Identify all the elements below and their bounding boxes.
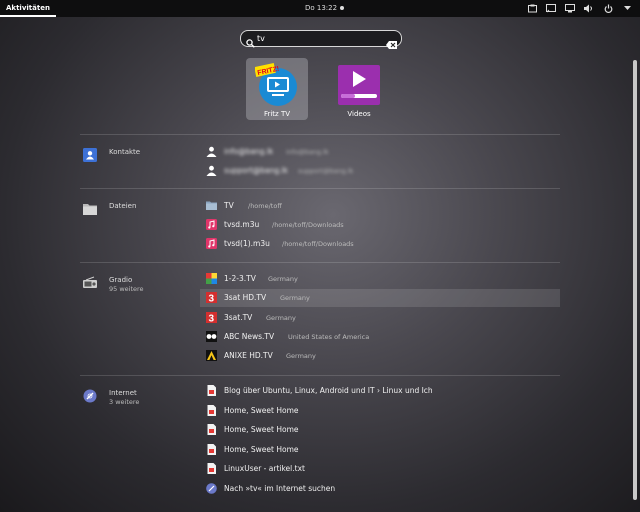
- result-title: 3sat.TV: [224, 313, 253, 322]
- svg-text:3: 3: [209, 294, 215, 304]
- system-tray: [527, 3, 632, 13]
- result-title: Blog über Ubuntu, Linux, Android und IT …: [224, 386, 433, 395]
- bookmark-page-icon: [206, 385, 217, 396]
- list-item[interactable]: Nach »tv« im Internet suchen: [200, 480, 560, 498]
- radio-icon[interactable]: [83, 275, 97, 289]
- list-item[interactable]: tvsd.m3u /home/toff/Downloads: [200, 216, 560, 234]
- bookmark-page-icon: [206, 444, 217, 455]
- provider-name: Gradio: [109, 276, 133, 284]
- volume-icon[interactable]: [584, 3, 594, 13]
- separator: [80, 134, 560, 135]
- provider-name: Kontakte: [109, 148, 141, 156]
- list-item[interactable]: 3 3sat.TV Germany: [200, 309, 560, 327]
- separator: [80, 262, 560, 263]
- list-item[interactable]: info@bang.lk info@bang.lk: [200, 143, 560, 161]
- result-detail: /home/toff/Downloads: [282, 239, 354, 248]
- separator: [80, 375, 560, 376]
- 3sat-icon: 3: [206, 312, 217, 325]
- person-icon: [206, 146, 217, 157]
- abc-icon: [206, 331, 217, 342]
- search-query: tv: [257, 34, 265, 43]
- list-item[interactable]: support@bang.lk support@bang.lk: [200, 162, 560, 180]
- search-input[interactable]: tv: [240, 30, 402, 49]
- list-item[interactable]: ABC News.TV United States of America: [200, 328, 560, 346]
- provider-more[interactable]: 3 weitere: [109, 398, 139, 406]
- bookmark-page-icon: [206, 463, 217, 474]
- audio-file-icon: [206, 238, 217, 249]
- clock[interactable]: Do 13:22: [305, 0, 345, 17]
- result-title: ANIXE HD.TV: [224, 351, 273, 360]
- clock-text: Do 13:22: [305, 4, 338, 12]
- search-icon: [246, 33, 255, 52]
- result-title: LinuxUser - artikel.txt: [224, 464, 305, 473]
- result-detail: United States of America: [288, 332, 370, 341]
- activities-button[interactable]: Aktivitäten: [0, 0, 56, 17]
- tv123-icon: [206, 273, 217, 284]
- list-item[interactable]: TV /home/toff: [200, 197, 560, 215]
- result-detail: Germany: [280, 293, 310, 302]
- cast-icon[interactable]: [546, 3, 556, 13]
- web-browser-icon[interactable]: [83, 388, 97, 403]
- web-search-icon: [206, 483, 217, 494]
- power-icon[interactable]: [603, 3, 613, 13]
- notification-dot-icon: [340, 6, 345, 10]
- result-title: support@bang.lk: [224, 166, 288, 175]
- list-item[interactable]: 3 3sat HD.TV Germany: [200, 289, 560, 307]
- list-item[interactable]: ANIXE HD.TV Germany: [200, 347, 560, 365]
- list-item[interactable]: Home, Sweet Home: [200, 421, 560, 439]
- result-title: 1-2-3.TV: [224, 274, 256, 283]
- result-title: info@bang.lk: [224, 147, 274, 156]
- provider-name: Dateien: [109, 202, 137, 210]
- app-label: Fritz TV: [263, 110, 291, 118]
- result-title: tvsd(1).m3u: [224, 239, 270, 248]
- 3sat-icon: 3: [206, 292, 217, 305]
- result-detail: /home/toff/Downloads: [272, 220, 344, 229]
- folder-icon: [206, 200, 217, 211]
- top-bar: Aktivitäten Do 13:22: [0, 0, 640, 17]
- contacts-icon[interactable]: [83, 147, 97, 162]
- provider-name: Internet: [109, 389, 137, 397]
- svg-text:3: 3: [209, 314, 215, 324]
- audio-file-icon: [206, 219, 217, 230]
- list-item[interactable]: Home, Sweet Home: [200, 441, 560, 459]
- list-item[interactable]: Home, Sweet Home: [200, 402, 560, 420]
- bookmark-page-icon: [206, 405, 217, 416]
- result-title: Home, Sweet Home: [224, 445, 299, 454]
- result-title: ABC News.TV: [224, 332, 275, 341]
- chevron-down-icon[interactable]: [622, 3, 632, 13]
- result-detail: /home/toff: [248, 201, 282, 210]
- list-item[interactable]: tvsd(1).m3u /home/toff/Downloads: [200, 235, 560, 253]
- result-detail: support@bang.lk: [298, 166, 354, 175]
- app-fritz-tv[interactable]: FRITZ! Fritz TV: [246, 58, 308, 120]
- result-detail: Germany: [286, 351, 316, 360]
- clear-search-icon[interactable]: [386, 34, 397, 53]
- screenshot-icon[interactable]: [527, 3, 537, 13]
- list-item[interactable]: 1-2-3.TV Germany: [200, 270, 560, 288]
- result-title: Home, Sweet Home: [224, 425, 299, 434]
- files-icon[interactable]: [83, 201, 97, 215]
- anixe-icon: [206, 350, 217, 361]
- list-item[interactable]: Blog über Ubuntu, Linux, Android und IT …: [200, 382, 560, 400]
- result-detail: Germany: [268, 274, 298, 283]
- display-icon[interactable]: [565, 3, 575, 13]
- app-label: Videos: [347, 110, 371, 118]
- person-icon: [206, 165, 217, 176]
- fritz-tv-icon: FRITZ!: [255, 63, 297, 106]
- separator: [80, 188, 560, 189]
- result-title: Home, Sweet Home: [224, 406, 299, 415]
- result-title: tvsd.m3u: [224, 220, 260, 229]
- result-title: TV: [224, 201, 234, 210]
- bookmark-page-icon: [206, 424, 217, 435]
- provider-more[interactable]: 95 weitere: [109, 285, 144, 293]
- result-title: 3sat HD.TV: [224, 293, 267, 302]
- list-item[interactable]: LinuxUser - artikel.txt: [200, 460, 560, 478]
- result-detail: Germany: [266, 313, 296, 322]
- app-videos[interactable]: Videos: [328, 58, 390, 120]
- scrollbar[interactable]: [633, 60, 637, 500]
- result-detail: info@bang.lk: [286, 147, 329, 156]
- result-title: Nach »tv« im Internet suchen: [224, 484, 336, 493]
- videos-icon: [338, 65, 380, 105]
